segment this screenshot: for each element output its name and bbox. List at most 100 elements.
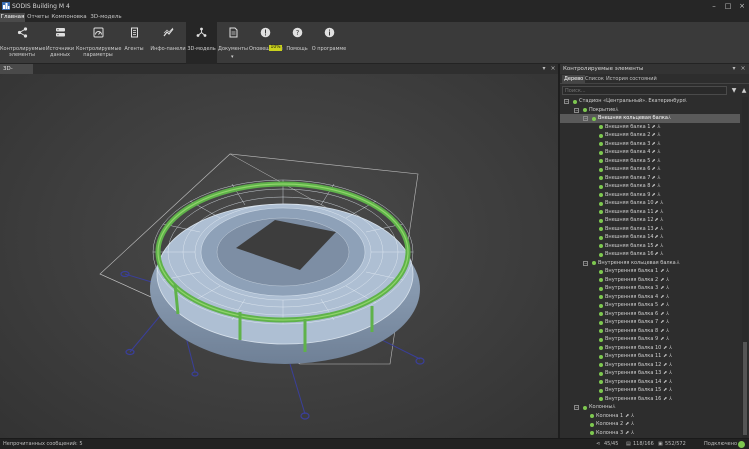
node-actions-icon[interactable]: ⬈ ⅄: [625, 429, 634, 438]
panel-close-icon[interactable]: ×: [739, 64, 747, 74]
3d-viewport[interactable]: [0, 74, 558, 438]
collapse-toggle-icon[interactable]: −: [583, 260, 588, 266]
node-actions-icon[interactable]: ⬈ ⅄: [660, 301, 669, 310]
tree-node-inner-beam[interactable]: Внутренняя балка 13 ⬈ ⅄: [560, 369, 740, 378]
node-actions-icon[interactable]: ⬈ ⅄: [663, 386, 672, 395]
node-actions-icon[interactable]: ⬈ ⅄: [654, 216, 663, 225]
menu-layout[interactable]: Компоновка: [51, 13, 87, 22]
node-actions-icon[interactable]: ⬈ ⅄: [663, 344, 672, 353]
tree-search-input[interactable]: [562, 86, 727, 95]
ribbon-help-button[interactable]: ? Помощь: [284, 22, 310, 64]
tree-node-inner-beam[interactable]: Внутренняя балка 10 ⬈ ⅄: [560, 344, 740, 353]
node-actions-icon[interactable]: ⬈ ⅄: [652, 148, 661, 157]
ribbon-data-sources-button[interactable]: Источники данных: [44, 22, 76, 64]
node-actions-icon[interactable]: ⬈ ⅄: [625, 412, 634, 421]
panel-pin-icon[interactable]: ▾: [730, 64, 738, 74]
ribbon-about-button[interactable]: О программе: [311, 22, 347, 64]
tree-node-inner-beam[interactable]: Внутренняя балка 5 ⬈ ⅄: [560, 301, 740, 310]
node-actions-icon[interactable]: ⅄: [615, 106, 618, 115]
minimize-button[interactable]: –: [707, 1, 721, 11]
menu-reports[interactable]: Отчеты: [26, 13, 50, 22]
ribbon-controlled-elements-button[interactable]: Контролируемые элементы: [0, 22, 45, 64]
node-actions-icon[interactable]: ⬈ ⅄: [660, 335, 669, 344]
ribbon-documents-button[interactable]: Документы ▾: [217, 22, 249, 64]
tree-node-inner-beam[interactable]: Внутренняя балка 1 ⬈ ⅄: [560, 267, 740, 276]
node-actions-icon[interactable]: ⬈ ⅄: [654, 208, 663, 217]
filter-icon[interactable]: ▼: [730, 86, 738, 95]
ribbon-controlled-params-button[interactable]: Контролируемые параметры: [76, 22, 121, 64]
ribbon-notifications-button[interactable]: Оповещения: [249, 22, 283, 64]
node-actions-icon[interactable]: ⅄: [684, 97, 687, 106]
tree-node-outer-ring[interactable]: − Внешняя кольцевая балка ⅄: [560, 114, 740, 123]
tree-node-outer-beam[interactable]: Внешняя балка 2 ⬈ ⅄: [560, 131, 740, 140]
ribbon-info-panels-button[interactable]: Инфо-панели: [150, 22, 186, 64]
sort-icon[interactable]: ▲: [740, 86, 748, 95]
node-actions-icon[interactable]: ⅄: [668, 114, 671, 123]
node-actions-icon[interactable]: ⬈ ⅄: [660, 267, 669, 276]
tree-node-inner-beam[interactable]: Внутренняя балка 11 ⬈ ⅄: [560, 352, 740, 361]
node-actions-icon[interactable]: ⬈ ⅄: [660, 318, 669, 327]
chevron-down-icon[interactable]: ▾: [231, 54, 234, 60]
tab-tree[interactable]: Дерево: [562, 75, 586, 84]
node-actions-icon[interactable]: ⬈ ⅄: [663, 395, 672, 404]
collapse-toggle-icon[interactable]: −: [564, 99, 569, 104]
node-actions-icon[interactable]: ⬈ ⅄: [654, 225, 663, 234]
node-actions-icon[interactable]: ⬈ ⅄: [660, 276, 669, 285]
tree-node-columns[interactable]: − Колонны ⅄: [560, 403, 740, 412]
tree-node-inner-beam[interactable]: Внутренняя балка 9 ⬈ ⅄: [560, 335, 740, 344]
menu-home[interactable]: Главная: [0, 13, 25, 22]
ribbon-agents-button[interactable]: Агенты: [120, 22, 148, 64]
tree-node-inner-beam[interactable]: Внутренняя балка 12 ⬈ ⅄: [560, 361, 740, 370]
tree-node-inner-beam[interactable]: Внутренняя балка 7 ⬈ ⅄: [560, 318, 740, 327]
tree-node-outer-beam[interactable]: Внешняя балка 5 ⬈ ⅄: [560, 157, 740, 166]
tree-node-inner-beam[interactable]: Внутренняя балка 8 ⬈ ⅄: [560, 327, 740, 336]
tab-history[interactable]: История состояний: [604, 75, 659, 84]
tree-node-inner-beam[interactable]: Внутренняя балка 14 ⬈ ⅄: [560, 378, 740, 387]
tree-node-outer-beam[interactable]: Внешняя балка 14 ⬈ ⅄: [560, 233, 740, 242]
tree-node-outer-beam[interactable]: Внешняя балка 4 ⬈ ⅄: [560, 148, 740, 157]
tree-node-column[interactable]: Колонна 2 ⬈ ⅄: [560, 420, 740, 429]
node-actions-icon[interactable]: ⬈ ⅄: [654, 233, 663, 242]
tab-3d-model[interactable]: 3D-модель: [0, 64, 33, 82]
tree-node-column[interactable]: Колонна 3 ⬈ ⅄: [560, 429, 740, 438]
node-actions-icon[interactable]: ⬈ ⅄: [663, 369, 672, 378]
tree-node-outer-beam[interactable]: Внешняя балка 16 ⬈ ⅄: [560, 250, 740, 259]
collapse-toggle-icon[interactable]: −: [583, 116, 588, 121]
tree-node-outer-beam[interactable]: Внешняя балка 3 ⬈ ⅄: [560, 140, 740, 149]
pane-close-icon[interactable]: ×: [549, 64, 557, 74]
node-actions-icon[interactable]: ⬈ ⅄: [660, 284, 669, 293]
tree-node-root[interactable]: − Стадион «Центральный». Екатеринбург ⅄: [560, 97, 740, 106]
node-actions-icon[interactable]: ⬈ ⅄: [652, 174, 661, 183]
tree-node-outer-beam[interactable]: Внешняя балка 11 ⬈ ⅄: [560, 208, 740, 217]
tree-node-coating[interactable]: − Покрытие ⅄: [560, 106, 740, 115]
tree-node-outer-beam[interactable]: Внешняя балка 1 ⬈ ⅄: [560, 123, 740, 132]
node-actions-icon[interactable]: ⬈ ⅄: [660, 310, 669, 319]
tree-node-inner-beam[interactable]: Внутренняя балка 15 ⬈ ⅄: [560, 386, 740, 395]
node-actions-icon[interactable]: ⬈ ⅄: [654, 250, 663, 259]
menu-3d-model[interactable]: 3D-модель: [89, 13, 123, 22]
tree-node-outer-beam[interactable]: Внешняя балка 12 ⬈ ⅄: [560, 216, 740, 225]
maximize-button[interactable]: □: [721, 1, 735, 11]
pane-pin-icon[interactable]: ▾: [540, 64, 548, 74]
node-actions-icon[interactable]: ⬈ ⅄: [654, 242, 663, 251]
scrollbar-thumb[interactable]: [743, 342, 747, 435]
node-actions-icon[interactable]: ⬈ ⅄: [652, 165, 661, 174]
tree-node-outer-beam[interactable]: Внешняя балка 8 ⬈ ⅄: [560, 182, 740, 191]
node-actions-icon[interactable]: ⅄: [612, 403, 615, 412]
node-actions-icon[interactable]: ⬈ ⅄: [654, 199, 663, 208]
tree-node-outer-beam[interactable]: Внешняя балка 7 ⬈ ⅄: [560, 174, 740, 183]
node-actions-icon[interactable]: ⅄: [676, 259, 679, 268]
tree-node-column[interactable]: Колонна 1 ⬈ ⅄: [560, 412, 740, 421]
tree-node-inner-beam[interactable]: Внутренняя балка 2 ⬈ ⅄: [560, 276, 740, 285]
node-actions-icon[interactable]: ⬈ ⅄: [652, 191, 661, 200]
tree-node-inner-beam[interactable]: Внутренняя балка 6 ⬈ ⅄: [560, 310, 740, 319]
tree-node-outer-beam[interactable]: Внешняя балка 9 ⬈ ⅄: [560, 191, 740, 200]
tree-node-outer-beam[interactable]: Внешняя балка 13 ⬈ ⅄: [560, 225, 740, 234]
node-actions-icon[interactable]: ⬈ ⅄: [660, 293, 669, 302]
collapse-toggle-icon[interactable]: −: [574, 107, 579, 113]
tree-node-outer-beam[interactable]: Внешняя балка 15 ⬈ ⅄: [560, 242, 740, 251]
close-window-button[interactable]: ×: [735, 1, 749, 11]
tree-node-outer-beam[interactable]: Внешняя балка 6 ⬈ ⅄: [560, 165, 740, 174]
tab-list[interactable]: Список: [583, 75, 606, 84]
tree-node-inner-ring[interactable]: − Внутренняя кольцевая балка ⅄: [560, 259, 740, 268]
